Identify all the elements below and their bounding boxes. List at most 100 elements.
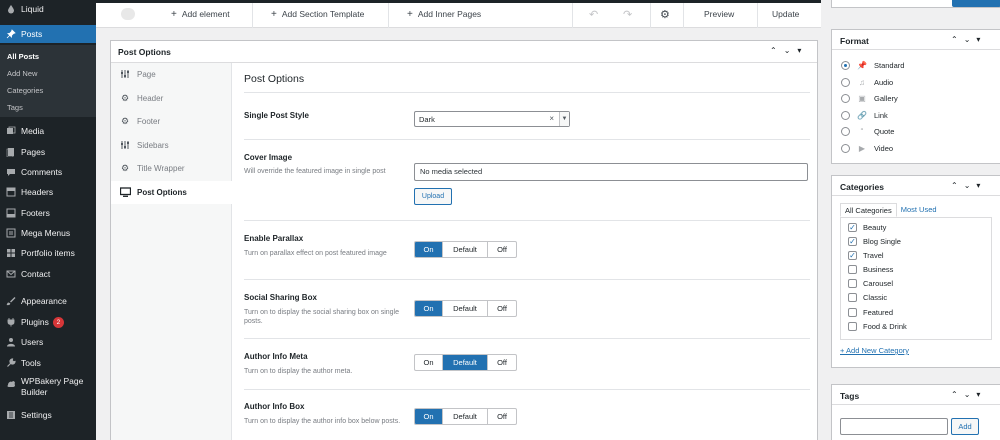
update-button[interactable]: Update [772, 0, 799, 28]
submenu-categories[interactable]: Categories [7, 86, 43, 95]
format-option-standard[interactable]: 📌 Standard [841, 59, 904, 71]
publish-button-edge[interactable] [952, 0, 1000, 7]
move-up-icon[interactable]: ⌃ [951, 35, 958, 44]
collapse-icon[interactable]: ▾ [976, 181, 980, 190]
category-checkbox[interactable] [848, 308, 857, 317]
on-button[interactable]: On [415, 301, 443, 316]
category-checkbox[interactable]: ✓ [848, 251, 857, 260]
default-button[interactable]: Default [443, 242, 488, 257]
option-divider [244, 338, 810, 339]
category-checkbox[interactable]: ✓ [848, 237, 857, 246]
submenu-add-new[interactable]: Add New [7, 69, 37, 78]
category-checkbox[interactable] [848, 322, 857, 331]
collapse-icon[interactable]: ▾ [976, 390, 980, 399]
add-new-category-link[interactable]: + Add New Category [840, 346, 909, 355]
category-checkbox[interactable] [848, 293, 857, 302]
tab-footer[interactable]: ⚙ Footer [111, 110, 232, 133]
format-radio[interactable] [841, 110, 850, 120]
format-radio[interactable] [841, 143, 850, 153]
category-checkbox[interactable] [848, 279, 857, 288]
add-element-button[interactable]: + Add element [171, 0, 230, 28]
new-tag-input[interactable] [840, 418, 948, 435]
category-item[interactable]: Featured [848, 308, 893, 317]
move-up-icon[interactable]: ⌃ [770, 46, 777, 55]
on-button[interactable]: On [415, 409, 443, 424]
off-button[interactable]: Off [488, 242, 516, 257]
move-down-icon[interactable]: ⌄ [964, 390, 971, 399]
tab-post-options[interactable]: Post Options [111, 181, 233, 204]
settings-gear-icon[interactable]: ⚙ [660, 0, 670, 28]
format-option-video[interactable]: ▶ Video [841, 142, 893, 154]
menu-item-liquid[interactable]: Liquid [0, 0, 96, 18]
move-down-icon[interactable]: ⌄ [964, 35, 971, 44]
category-item[interactable]: ✓ Beauty [848, 223, 886, 232]
menu-item-footers[interactable]: Footers [0, 204, 96, 222]
move-down-icon[interactable]: ⌄ [784, 46, 791, 55]
category-item[interactable]: Food & Drink [848, 322, 907, 331]
category-checkbox[interactable]: ✓ [848, 223, 857, 232]
move-up-icon[interactable]: ⌃ [951, 181, 958, 190]
submenu-all-posts[interactable]: All Posts [7, 52, 39, 61]
category-item[interactable]: ✓ Blog Single [848, 237, 901, 246]
single-post-style-select[interactable]: Dark × ▼ [414, 111, 570, 127]
undo-icon[interactable]: ↶ [589, 0, 598, 28]
menu-item-media[interactable]: Media [0, 122, 96, 140]
menu-item-portfolio[interactable]: Portfolio items [0, 244, 96, 262]
redo-icon[interactable]: ↷ [623, 0, 632, 28]
default-button[interactable]: Default [443, 355, 488, 370]
category-item[interactable]: ✓ Travel [848, 251, 884, 260]
menu-item-contact[interactable]: Contact [0, 265, 96, 283]
tab-title-wrapper[interactable]: ⚙ Title Wrapper [111, 157, 232, 180]
builder-toggle[interactable] [121, 8, 135, 20]
format-option-audio[interactable]: ♫ Audio [841, 76, 893, 88]
off-button[interactable]: Off [488, 409, 516, 424]
menu-item-plugins[interactable]: Plugins 2 [0, 313, 96, 331]
menu-item-pages[interactable]: Pages [0, 143, 96, 161]
menu-item-wpbakery[interactable]: WPBakery Page Builder [0, 376, 96, 404]
format-option-quote[interactable]: “ Quote [841, 125, 894, 137]
default-button[interactable]: Default [443, 409, 488, 424]
clear-icon[interactable]: × [549, 114, 554, 123]
format-radio[interactable] [841, 126, 850, 136]
format-radio[interactable] [841, 93, 850, 103]
on-button[interactable]: On [415, 242, 443, 257]
category-item[interactable]: Carousel [848, 279, 893, 288]
menu-item-headers[interactable]: Headers [0, 183, 96, 201]
off-button[interactable]: Off [488, 301, 516, 316]
default-button[interactable]: Default [443, 301, 488, 316]
format-radio[interactable] [841, 60, 850, 70]
format-radio[interactable] [841, 77, 850, 87]
menu-item-tools[interactable]: Tools [0, 354, 96, 372]
move-down-icon[interactable]: ⌄ [964, 181, 971, 190]
move-up-icon[interactable]: ⌃ [951, 390, 958, 399]
options-section-title: Post Options [244, 73, 305, 85]
off-button[interactable]: Off [488, 355, 516, 370]
tab-page[interactable]: Page [111, 63, 232, 86]
add-section-template-button[interactable]: + Add Section Template [271, 0, 364, 28]
format-option-gallery[interactable]: ▣ Gallery [841, 92, 898, 104]
tab-header[interactable]: ⚙ Header [111, 87, 232, 110]
on-button[interactable]: On [415, 355, 443, 370]
tab-most-used[interactable]: Most Used [897, 203, 941, 217]
upload-button[interactable]: Upload [414, 188, 452, 205]
tab-sidebars[interactable]: Sidebars [111, 134, 232, 157]
format-option-link[interactable]: 🔗 Link [841, 109, 888, 121]
cover-image-field[interactable]: No media selected [414, 163, 808, 181]
collapse-icon[interactable]: ▾ [797, 46, 801, 55]
chevron-down-icon[interactable]: ▼ [559, 112, 569, 126]
menu-item-mega-menus[interactable]: Mega Menus [0, 224, 96, 242]
menu-item-posts[interactable]: Posts [0, 25, 96, 43]
menu-item-settings[interactable]: Settings [0, 406, 96, 424]
category-item[interactable]: Classic [848, 293, 887, 302]
submenu-tags[interactable]: Tags [7, 103, 23, 112]
add-tag-button[interactable]: Add [951, 418, 979, 435]
menu-item-appearance[interactable]: Appearance [0, 292, 96, 310]
menu-item-comments[interactable]: Comments [0, 163, 96, 181]
category-item[interactable]: Business [848, 265, 893, 274]
category-checkbox[interactable] [848, 265, 857, 274]
add-inner-pages-button[interactable]: + Add Inner Pages [407, 0, 481, 28]
preview-button[interactable]: Preview [704, 0, 734, 28]
collapse-icon[interactable]: ▾ [976, 35, 980, 44]
menu-item-users[interactable]: Users [0, 333, 96, 351]
tab-all-categories[interactable]: All Categories [840, 203, 897, 217]
